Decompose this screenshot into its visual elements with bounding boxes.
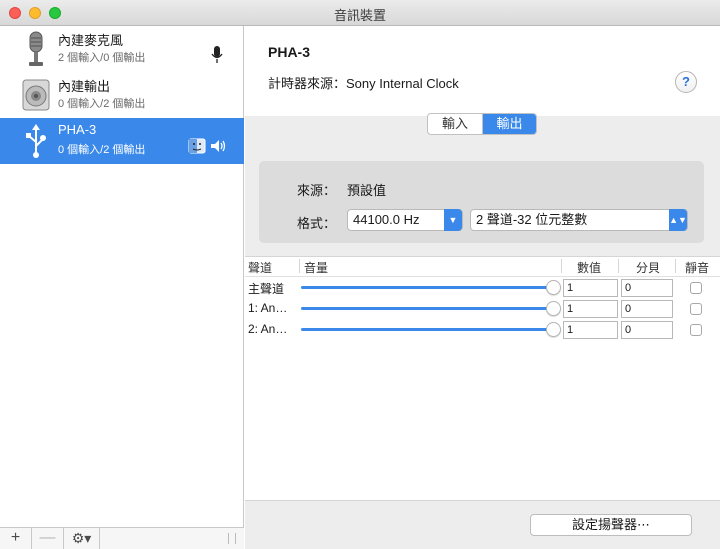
device-row-builtin-output[interactable]: 內建輸出 0 個輸入/2 個輸出 [0, 72, 244, 118]
channel-name: 2: An… [248, 322, 288, 336]
clock-source-label: 計時器來源： [268, 76, 347, 91]
footer-divider [245, 500, 720, 501]
channel-volume-table: 聲道 音量 數值 分貝 靜音 主聲道 1 0 1: An… 1 0 2: An…… [245, 256, 720, 500]
channel-format-value: 2 聲道-32 位元整數 [476, 212, 588, 227]
up-down-chevron-icon: ▲▼ [669, 209, 687, 231]
clock-source: 計時器來源：Sony Internal Clock [268, 73, 459, 92]
column-divider [618, 259, 619, 273]
device-channel-summary: 2 個輸入/0 個輸出 [58, 52, 146, 64]
sample-rate-value: 44100.0 Hz [353, 212, 420, 227]
column-divider [675, 259, 676, 273]
sample-rate-select[interactable]: 44100.0 Hz ▼ [347, 209, 463, 231]
column-header-channel: 聲道 [248, 261, 273, 275]
volume-slider-track[interactable] [301, 307, 553, 310]
device-header: PHA-3 計時器來源：Sony Internal Clock ? [245, 26, 720, 116]
tab-input[interactable]: 輸入 [428, 114, 482, 134]
window-title-bar: 音訊裝置 [0, 0, 720, 26]
finder-icon [188, 138, 206, 154]
column-header-value: 數值 [577, 261, 602, 275]
resize-handle[interactable] [228, 533, 236, 544]
format-panel: 來源： 預設值 格式： 44100.0 Hz ▼ 2 聲道-32 位元整數 ▲▼ [259, 161, 704, 243]
column-header-mute: 靜音 [685, 261, 710, 275]
mute-checkbox[interactable] [690, 282, 702, 294]
gear-menu-button[interactable]: ⚙︎▾ [64, 528, 100, 549]
volume-slider-knob[interactable] [546, 322, 561, 337]
column-header-db: 分貝 [636, 261, 661, 275]
volume-slider-knob[interactable] [546, 301, 561, 316]
column-header-volume: 音量 [304, 261, 329, 275]
clock-source-value: Sony Internal Clock [346, 76, 459, 91]
column-divider [561, 259, 562, 273]
speaker-icon [22, 79, 50, 111]
chevron-down-icon: ▼ [444, 209, 462, 231]
tab-output[interactable]: 輸出 [482, 114, 536, 134]
volume-value-field[interactable]: 1 [563, 279, 618, 297]
source-value: 預設值 [347, 183, 387, 198]
channel-format-select[interactable]: 2 聲道-32 位元整數 ▲▼ [470, 209, 688, 231]
device-list: 內建麥克風 2 個輸入/0 個輸出 內建輸出 0 個輸入/2 個輸出 PHA-3… [0, 26, 244, 549]
speaker-output-icon [211, 140, 226, 152]
configure-speakers-button[interactable]: 設定揚聲器⋯ [530, 514, 692, 536]
sidebar-toolbar: + — ⚙︎▾ [0, 527, 244, 549]
input-microphone-icon [211, 46, 223, 63]
mute-checkbox[interactable] [690, 303, 702, 315]
header-divider [245, 276, 720, 277]
channel-name: 主聲道 [248, 282, 285, 296]
add-device-button[interactable]: + [0, 528, 32, 549]
device-row-builtin-microphone[interactable]: 內建麥克風 2 個輸入/0 個輸出 [0, 26, 244, 72]
source-label: 來源： [297, 183, 337, 198]
help-button[interactable]: ? [675, 71, 697, 93]
device-name: 內建輸出 [58, 79, 111, 94]
usb-icon [26, 124, 46, 158]
microphone-icon [29, 31, 43, 66]
volume-db-field[interactable]: 0 [621, 300, 673, 318]
remove-device-button[interactable]: — [32, 528, 64, 549]
device-row-pha-3[interactable]: PHA-3 0 個輸入/2 個輸出 [0, 118, 244, 164]
device-name: 內建麥克風 [58, 33, 124, 48]
device-detail-pane: PHA-3 計時器來源：Sony Internal Clock ? 輸入 輸出 … [245, 26, 720, 549]
channel-name: 1: An… [248, 301, 288, 315]
device-title: PHA-3 [268, 44, 311, 60]
mute-checkbox[interactable] [690, 324, 702, 336]
volume-db-field[interactable]: 0 [621, 279, 673, 297]
direction-tabs: 輸入 輸出 [427, 113, 537, 135]
volume-db-field[interactable]: 0 [621, 321, 673, 339]
column-divider [299, 259, 300, 273]
volume-slider-track[interactable] [301, 328, 553, 331]
device-name: PHA-3 [58, 122, 97, 137]
volume-value-field[interactable]: 1 [563, 300, 618, 318]
volume-value-field[interactable]: 1 [563, 321, 618, 339]
window-title: 音訊裝置 [333, 8, 386, 23]
volume-slider-track[interactable] [301, 286, 553, 289]
volume-slider-knob[interactable] [546, 280, 561, 295]
format-label: 格式： [297, 216, 337, 231]
device-channel-summary: 0 個輸入/2 個輸出 [58, 98, 146, 110]
device-channel-summary: 0 個輸入/2 個輸出 [58, 144, 146, 156]
